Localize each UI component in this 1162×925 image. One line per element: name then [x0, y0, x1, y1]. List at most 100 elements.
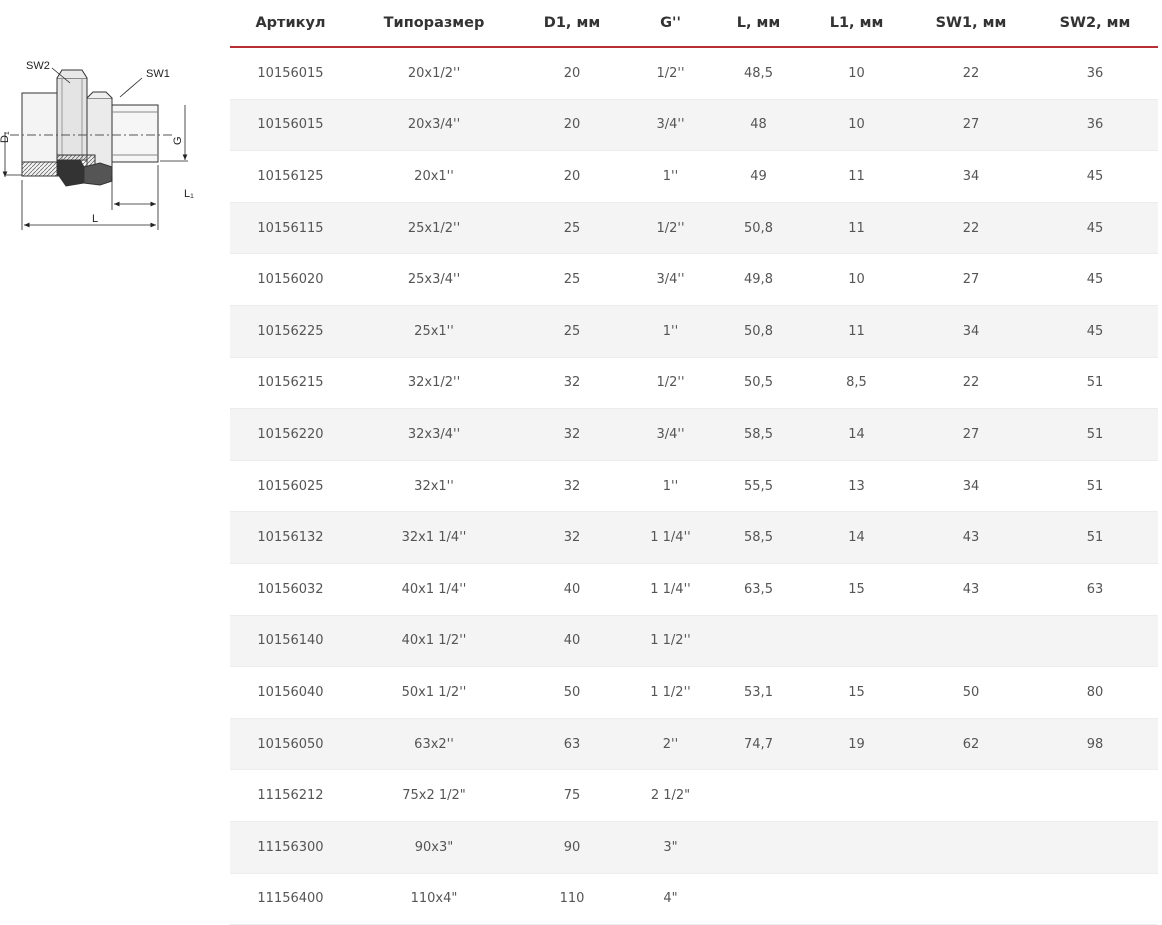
cell-article: 10156025 — [230, 460, 351, 513]
cell-g: 2'' — [627, 718, 714, 771]
cell-article: 10156225 — [230, 305, 351, 358]
cell-l1: 10 — [803, 47, 910, 100]
cell-size: 20x3/4'' — [351, 99, 517, 152]
cell-size: 20x1'' — [351, 150, 517, 203]
cell-sw1: 34 — [910, 460, 1032, 513]
cell-l1: 11 — [803, 305, 910, 358]
table-row: 10156115 25x1/2'' 25 1/2'' 50,8 11 22 45 — [230, 202, 1158, 255]
cell-l: 53,1 — [714, 666, 803, 719]
cell-l1: 10 — [803, 253, 910, 306]
cell-l1 — [803, 615, 910, 668]
cell-size: 32x3/4'' — [351, 408, 517, 461]
cell-article: 10156050 — [230, 718, 351, 771]
table-row: 10156220 32x3/4'' 32 3/4'' 58,5 14 27 51 — [230, 408, 1158, 461]
cell-article: 11156300 — [230, 821, 351, 874]
cell-sw2 — [1032, 873, 1158, 925]
cell-d1: 20 — [517, 47, 627, 100]
cell-article: 10156132 — [230, 511, 351, 564]
cell-article: 10156015 — [230, 47, 351, 100]
cell-size: 90x3" — [351, 821, 517, 874]
table-row: 10156140 40x1 1/2'' 40 1 1/2'' — [230, 615, 1158, 668]
table-row: 11156212 75x2 1/2" 75 2 1/2" — [230, 769, 1158, 822]
cell-article: 11156212 — [230, 769, 351, 822]
cell-size: 32x1/2'' — [351, 357, 517, 410]
cell-g: 1'' — [627, 150, 714, 203]
cell-g: 3/4'' — [627, 253, 714, 306]
cell-g: 1 1/2'' — [627, 666, 714, 719]
cell-sw1: 43 — [910, 563, 1032, 616]
cell-d1: 32 — [517, 357, 627, 410]
cell-sw2: 51 — [1032, 511, 1158, 564]
cell-size: 32x1'' — [351, 460, 517, 513]
table-row: 10156015 20x1/2'' 20 1/2'' 48,5 10 22 36 — [230, 47, 1158, 100]
g-label: G — [172, 136, 184, 145]
cell-article: 10156140 — [230, 615, 351, 668]
cell-d1: 32 — [517, 460, 627, 513]
cell-l1: 15 — [803, 563, 910, 616]
cell-sw1 — [910, 769, 1032, 822]
cell-d1: 25 — [517, 202, 627, 255]
cell-size: 110x4" — [351, 873, 517, 925]
cell-g: 1 1/4'' — [627, 511, 714, 564]
cell-l — [714, 769, 803, 822]
cell-d1: 40 — [517, 563, 627, 616]
column-header-sw2: SW2, мм — [1032, 0, 1158, 48]
cell-l: 48,5 — [714, 47, 803, 100]
cell-sw2: 36 — [1032, 47, 1158, 100]
cell-sw2: 80 — [1032, 666, 1158, 719]
table-row: 10156032 40x1 1/4'' 40 1 1/4'' 63,5 15 43 63 — [230, 563, 1158, 616]
cell-sw1 — [910, 821, 1032, 874]
column-header-size: Типоразмер — [351, 0, 517, 48]
cell-g: 1 1/4'' — [627, 563, 714, 616]
table-row: 10156132 32x1 1/4'' 32 1 1/4'' 58,5 14 43 51 — [230, 511, 1158, 564]
cell-sw2: 45 — [1032, 253, 1158, 306]
cell-l: 63,5 — [714, 563, 803, 616]
cell-l: 58,5 — [714, 511, 803, 564]
cell-sw1 — [910, 873, 1032, 925]
column-header-sw1: SW1, мм — [910, 0, 1032, 48]
table-row: 10156040 50x1 1/2'' 50 1 1/2'' 53,1 15 50 80 — [230, 666, 1158, 719]
cell-l1: 13 — [803, 460, 910, 513]
table-row: 10156015 20x3/4'' 20 3/4'' 48 10 27 36 — [230, 99, 1158, 152]
cell-sw1: 22 — [910, 357, 1032, 410]
cell-g: 3/4'' — [627, 99, 714, 152]
cell-g: 1 1/2'' — [627, 615, 714, 668]
cell-g: 2 1/2" — [627, 769, 714, 822]
cell-sw2 — [1032, 615, 1158, 668]
cell-sw2: 36 — [1032, 99, 1158, 152]
cell-sw1: 27 — [910, 99, 1032, 152]
table-row: 10156225 25x1'' 25 1'' 50,8 11 34 45 — [230, 305, 1158, 358]
cell-d1: 32 — [517, 511, 627, 564]
cell-sw2: 98 — [1032, 718, 1158, 771]
cell-sw1: 22 — [910, 47, 1032, 100]
cell-g: 1/2'' — [627, 47, 714, 100]
cell-sw2: 51 — [1032, 460, 1158, 513]
cell-d1: 110 — [517, 873, 627, 925]
table-row: 10156125 20x1'' 20 1'' 49 11 34 45 — [230, 150, 1158, 203]
cell-l — [714, 821, 803, 874]
cell-sw1: 62 — [910, 718, 1032, 771]
cell-d1: 25 — [517, 305, 627, 358]
cell-l1: 11 — [803, 202, 910, 255]
sw1-label: SW1 — [146, 68, 170, 80]
cell-d1: 25 — [517, 253, 627, 306]
table-body: 10156015 20x1/2'' 20 1/2'' 48,5 10 22 36 1015601… — [230, 47, 1158, 925]
cell-l1 — [803, 821, 910, 874]
cell-g: 1'' — [627, 460, 714, 513]
fitting-dimension-drawing: SW2 SW1 D₁ G L L₁ — [0, 60, 194, 230]
cell-l1: 11 — [803, 150, 910, 203]
column-header-l1: L1, мм — [803, 0, 910, 48]
column-header-g: G'' — [627, 0, 714, 48]
cell-size: 25x3/4'' — [351, 253, 517, 306]
table-row: 10156025 32x1'' 32 1'' 55,5 13 34 51 — [230, 460, 1158, 513]
cell-l — [714, 615, 803, 668]
cell-sw2: 51 — [1032, 408, 1158, 461]
cell-d1: 20 — [517, 150, 627, 203]
cell-article: 10156125 — [230, 150, 351, 203]
cell-l: 49,8 — [714, 253, 803, 306]
column-header-l: L, мм — [714, 0, 803, 48]
table-row: 11156300 90x3" 90 3" — [230, 821, 1158, 874]
cell-article: 10156020 — [230, 253, 351, 306]
cell-d1: 20 — [517, 99, 627, 152]
cell-d1: 50 — [517, 666, 627, 719]
